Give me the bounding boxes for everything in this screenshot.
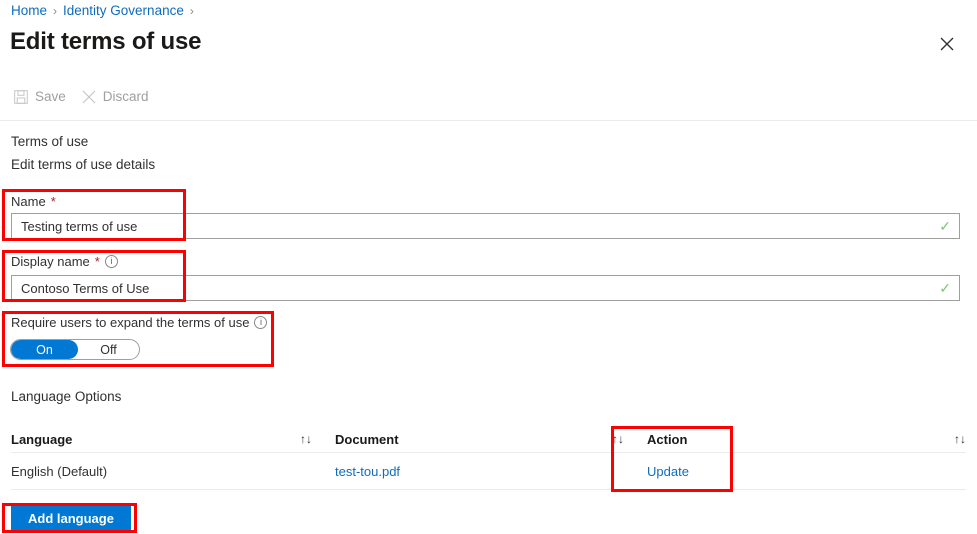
cell-language: English (Default): [11, 463, 108, 479]
page-title: Edit terms of use: [10, 28, 202, 55]
name-field-label: Name *: [11, 194, 56, 209]
toggle-option-off[interactable]: Off: [78, 343, 139, 357]
document-link[interactable]: test-tou.pdf: [335, 464, 400, 479]
update-link[interactable]: Update: [647, 464, 689, 479]
discard-label: Discard: [102, 89, 149, 104]
table-header-row: Language ↑↓ Document ↑↓ Action ↑↓: [11, 426, 966, 452]
valid-check-icon-2: ✓: [939, 280, 951, 296]
breadcrumb-separator-icon: ›: [53, 4, 58, 18]
display-name-input[interactable]: Contoso Terms of Use ✓: [11, 275, 960, 301]
required-marker-2: *: [94, 254, 100, 269]
toggle-option-on[interactable]: On: [11, 340, 78, 359]
section-title: Terms of use: [11, 134, 89, 149]
display-name-input-value: Contoso Terms of Use: [21, 280, 150, 296]
sort-icon-action[interactable]: ↑↓: [934, 432, 966, 446]
breadcrumb: Home › Identity Governance ›: [11, 2, 194, 20]
breadcrumb-item-home[interactable]: Home: [11, 2, 47, 20]
column-header-action: Action: [647, 431, 688, 447]
info-icon[interactable]: i: [104, 255, 118, 268]
sort-icon-document[interactable]: ↑↓: [612, 432, 647, 446]
valid-check-icon: ✓: [939, 218, 951, 234]
discard-icon: [82, 90, 96, 104]
language-options-title: Language Options: [11, 389, 122, 404]
table-row: English (Default) test-tou.pdf Update: [11, 453, 966, 489]
display-name-field-label: Display name * i: [11, 254, 118, 269]
save-label: Save: [35, 89, 66, 104]
save-button[interactable]: Save: [14, 89, 66, 104]
save-icon: [14, 89, 28, 104]
table-row-divider: [11, 489, 966, 490]
breadcrumb-separator-icon-2: ›: [189, 4, 194, 18]
column-header-document: Document: [335, 431, 399, 447]
name-input-value: Testing terms of use: [21, 218, 138, 234]
sort-icon-language[interactable]: ↑↓: [300, 432, 335, 446]
command-bar: Save Discard: [14, 89, 149, 104]
info-icon-2[interactable]: i: [254, 316, 268, 329]
require-expand-label: Require users to expand the terms of use…: [11, 315, 268, 330]
discard-button[interactable]: Discard: [82, 89, 149, 104]
language-options-table: Language ↑↓ Document ↑↓ Action ↑↓ Englis…: [11, 426, 966, 490]
required-marker: *: [50, 194, 56, 209]
column-header-language: Language: [11, 431, 73, 447]
edit-terms-of-use-blade: Home › Identity Governance › Edit terms …: [0, 0, 977, 534]
require-expand-toggle[interactable]: On Off: [10, 339, 140, 360]
name-input[interactable]: Testing terms of use ✓: [11, 213, 960, 239]
add-language-button[interactable]: Add language: [11, 506, 131, 530]
close-icon[interactable]: [933, 30, 961, 58]
breadcrumb-item-identity-governance[interactable]: Identity Governance: [63, 2, 184, 20]
command-bar-divider: [0, 120, 977, 121]
section-subtitle: Edit terms of use details: [11, 157, 156, 172]
